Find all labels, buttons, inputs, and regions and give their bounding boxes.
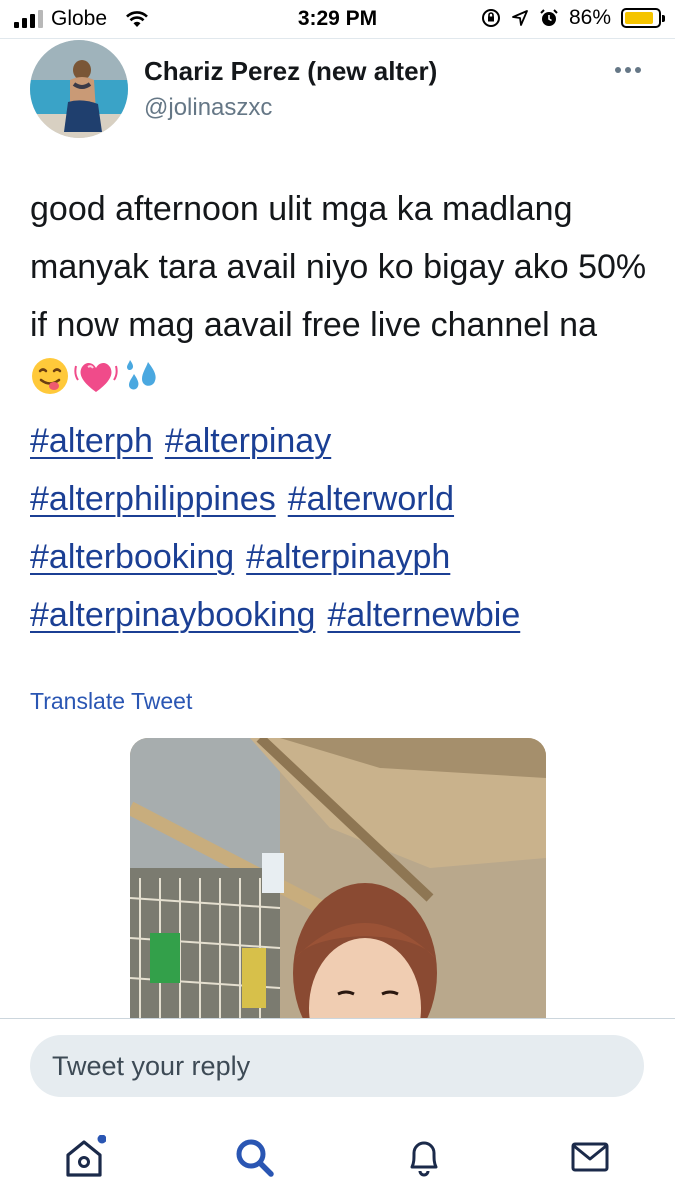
tweet-text: good afternoon ulit mga ka madlang manya… bbox=[30, 180, 650, 414]
messages-icon bbox=[571, 1142, 609, 1172]
tweet-photo[interactable] bbox=[130, 738, 546, 1038]
tab-notifications[interactable] bbox=[400, 1133, 448, 1181]
sweat-droplets-emoji bbox=[122, 356, 162, 414]
face-savoring-food-emoji bbox=[30, 356, 70, 414]
hashtag-link[interactable]: #alterpinaybooking bbox=[30, 596, 315, 634]
hashtag-link[interactable]: #alterpinayph bbox=[246, 538, 450, 576]
hashtag-link[interactable]: #alterpinay bbox=[165, 422, 331, 460]
status-divider bbox=[0, 38, 675, 39]
orientation-lock-icon bbox=[481, 9, 500, 27]
alarm-icon bbox=[540, 9, 558, 26]
hashtag-link[interactable]: #alterph bbox=[30, 422, 153, 460]
tab-home[interactable] bbox=[60, 1133, 108, 1181]
avatar-image bbox=[30, 40, 128, 138]
home-icon bbox=[66, 1135, 106, 1177]
tweet-text-content: good afternoon ulit mga ka madlang manya… bbox=[30, 190, 647, 344]
translate-tweet-link[interactable]: Translate Tweet bbox=[30, 688, 192, 715]
status-bar: Globe 3:29 PM 86% bbox=[0, 0, 675, 38]
hashtag-link[interactable]: #alterworld bbox=[288, 480, 454, 518]
beating-heart-emoji bbox=[74, 356, 118, 414]
tab-messages[interactable] bbox=[566, 1133, 614, 1181]
search-icon bbox=[236, 1139, 274, 1177]
battery-fill bbox=[625, 12, 653, 24]
battery-icon bbox=[621, 8, 665, 28]
hashtag-link[interactable]: #alternewbie bbox=[327, 596, 520, 634]
avatar[interactable] bbox=[30, 40, 128, 138]
tweet-photo-image bbox=[130, 738, 546, 1038]
hashtag-link[interactable]: #alterbooking bbox=[30, 538, 234, 576]
user-handle[interactable]: @jolinaszxc bbox=[144, 94, 272, 122]
hashtag-link[interactable]: #alterphilippines bbox=[30, 480, 276, 518]
tab-search[interactable] bbox=[230, 1133, 278, 1181]
tweet-detail-screen: Globe 3:29 PM 86% Chariz Perez (new alte… bbox=[0, 0, 675, 1200]
hashtag-list: #alterph #alterpinay #alterphilippines #al… bbox=[30, 412, 660, 644]
battery-percent: 86% bbox=[568, 6, 611, 29]
display-name[interactable]: Chariz Perez (new alter) bbox=[144, 56, 437, 87]
status-right: 86% bbox=[481, 6, 665, 30]
more-options-button[interactable] bbox=[610, 58, 646, 82]
notifications-icon bbox=[410, 1141, 438, 1177]
location-arrow-icon bbox=[512, 10, 528, 26]
reply-bar: Tweet your reply bbox=[0, 1019, 675, 1200]
reply-input[interactable]: Tweet your reply bbox=[30, 1035, 644, 1097]
